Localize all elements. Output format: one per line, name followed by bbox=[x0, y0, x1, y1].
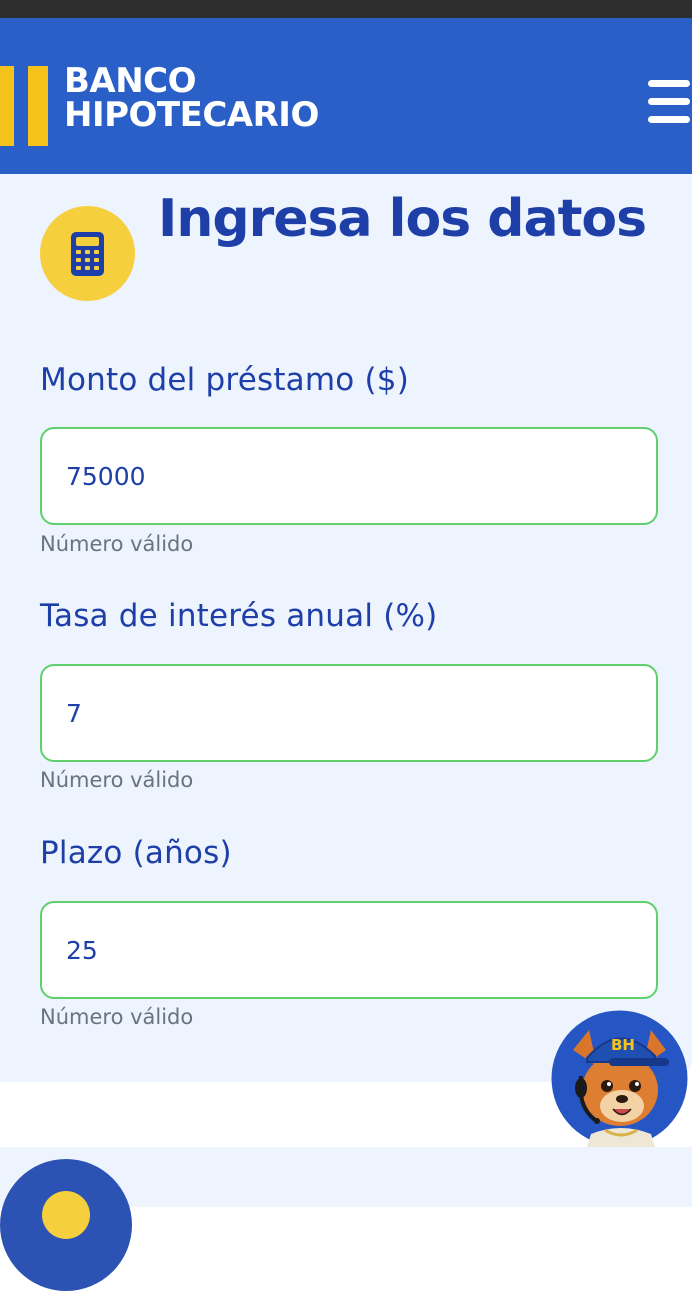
calculator-icon bbox=[40, 206, 135, 301]
interest-rate-input[interactable] bbox=[40, 664, 658, 762]
site-header: BANCO HIPOTECARIO bbox=[0, 18, 692, 174]
next-section-icon bbox=[0, 1159, 132, 1291]
status-strip bbox=[0, 0, 692, 18]
term-years-help: Número válido bbox=[40, 1005, 194, 1029]
interest-rate-label: Tasa de interés anual (%) bbox=[40, 598, 438, 634]
logo-bar-icon bbox=[0, 66, 14, 146]
hamburger-menu-icon[interactable] bbox=[644, 80, 692, 138]
loan-amount-input[interactable] bbox=[40, 427, 658, 525]
interest-rate-help: Número válido bbox=[40, 768, 194, 792]
loan-amount-label: Monto del préstamo ($) bbox=[40, 362, 409, 398]
term-years-label: Plazo (años) bbox=[40, 835, 232, 871]
brand-line-1: BANCO bbox=[64, 61, 197, 101]
form-title: Ingresa los datos bbox=[158, 189, 647, 249]
mascot-cap-text: BH bbox=[611, 1036, 635, 1054]
mascot-avatar-icon[interactable]: BH bbox=[551, 1010, 688, 1147]
loan-amount-help: Número válido bbox=[40, 532, 194, 556]
brand-logo[interactable]: BANCO HIPOTECARIO bbox=[64, 64, 319, 132]
brand-line-2: HIPOTECARIO bbox=[64, 95, 319, 135]
logo-bar-icon bbox=[28, 66, 48, 146]
term-years-input[interactable] bbox=[40, 901, 658, 999]
